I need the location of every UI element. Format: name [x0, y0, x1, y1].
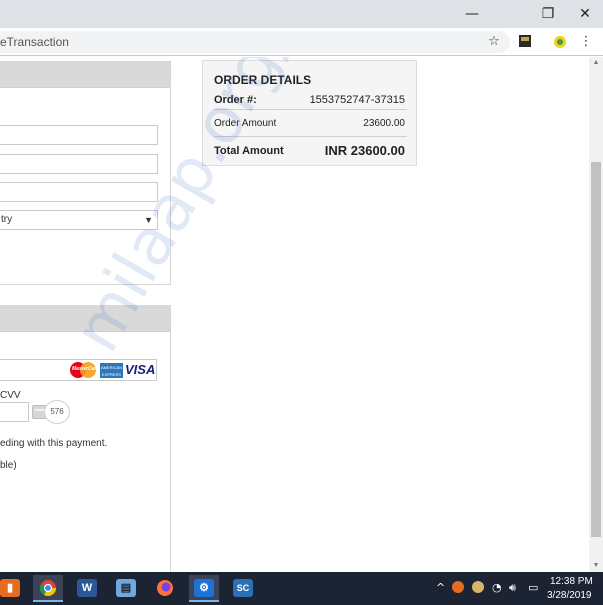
scroll-up-icon[interactable]: ▲: [589, 57, 603, 69]
order-amount-value: 23600.00: [363, 118, 405, 129]
amex-icon: AMERICAN EXPRESS: [100, 363, 123, 378]
clock-date[interactable]: 3/28/2019: [547, 590, 592, 601]
state-field[interactable]: [0, 182, 158, 202]
divider: [214, 136, 407, 137]
notepad-app[interactable]: ▤: [111, 575, 141, 602]
visa-icon: VISA: [125, 362, 156, 377]
word-app[interactable]: W: [72, 575, 102, 602]
address-bar[interactable]: eTransaction: [0, 31, 510, 53]
firefox-icon: [157, 580, 173, 596]
firefox-app[interactable]: [150, 575, 180, 602]
payment-note: eding with this payment.: [0, 438, 108, 449]
clock-time[interactable]: 12:38 PM: [550, 576, 593, 587]
office-icon: ▮: [0, 579, 20, 597]
volume-icon[interactable]: 🔊︎: [509, 581, 516, 595]
order-number-label: Order #:: [214, 94, 257, 106]
scroll-down-icon[interactable]: ▼: [589, 560, 603, 572]
order-details-card: ORDER DETAILS Order #: 1553752747-37315 …: [202, 60, 417, 166]
country-select-value: try: [1, 214, 13, 225]
cvv-field[interactable]: [0, 402, 29, 422]
scroll-thumb[interactable]: [591, 162, 601, 537]
url-text: eTransaction: [0, 35, 69, 49]
page-scrollbar[interactable]: ▲ ▼: [589, 57, 603, 572]
browser-toolbar: eTransaction ☆ ⋮: [0, 28, 603, 56]
cvv-label: CVV: [0, 390, 21, 401]
maximize-button[interactable]: ❐: [538, 4, 558, 24]
payment-note-secondary: ble): [0, 460, 17, 471]
wifi-icon[interactable]: ◔: [492, 581, 502, 594]
extension-icon[interactable]: [552, 34, 568, 50]
screencast-icon: SC: [233, 579, 253, 597]
extension-icon[interactable]: [517, 34, 533, 50]
divider: [214, 109, 407, 110]
country-select[interactable]: try ▼: [0, 210, 158, 230]
total-amount-value: INR 23600.00: [324, 143, 405, 158]
chrome-icon: [39, 580, 57, 597]
dropdown-arrow-icon: ▼: [144, 215, 153, 225]
close-button[interactable]: ✕: [575, 4, 595, 24]
windows-taskbar: ▮ W ▤ ⚙ SC ^ ◔ 🔊︎ ▭ 12:38 PM 3/28/2019: [0, 572, 603, 605]
total-amount-label: Total Amount: [214, 145, 284, 157]
settings-app[interactable]: ⚙: [189, 575, 219, 602]
tray-app-icon[interactable]: [452, 581, 464, 593]
gear-icon: ⚙: [194, 579, 214, 597]
star-icon[interactable]: ☆: [486, 34, 502, 50]
word-icon: W: [77, 579, 97, 597]
minimize-button[interactable]: —: [462, 4, 482, 24]
office-app[interactable]: ▮: [0, 575, 30, 602]
mastercard-icon: MasterCard: [70, 362, 100, 378]
menu-icon[interactable]: ⋮: [578, 34, 594, 50]
browser-titlebar: — ❐ ✕: [0, 0, 603, 28]
payment-panel-header: [0, 306, 170, 332]
order-details-title: ORDER DETAILS: [214, 73, 312, 87]
page-content: try ▼ MasterCard AMERICAN EXPRESS VISA C…: [0, 57, 603, 572]
screencast-app[interactable]: SC: [228, 575, 258, 602]
chevron-up-icon[interactable]: ^: [436, 581, 445, 594]
order-number-value: 1553752747-37315: [309, 94, 405, 106]
billing-panel-header: [0, 62, 170, 88]
order-amount-label: Order Amount: [214, 118, 277, 129]
address-field[interactable]: [0, 125, 158, 145]
cvv-hint-badge: 576: [44, 400, 70, 424]
city-field[interactable]: [0, 154, 158, 174]
tray-app-icon[interactable]: [472, 581, 484, 593]
action-center-icon[interactable]: ▭: [528, 581, 538, 594]
chrome-app[interactable]: [33, 575, 63, 602]
notepad-icon: ▤: [116, 579, 136, 597]
